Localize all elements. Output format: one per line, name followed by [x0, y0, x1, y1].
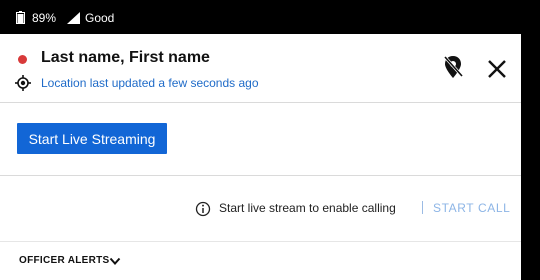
call-hint-text: Start live stream to enable calling — [219, 201, 396, 215]
chevron-down-icon[interactable] — [109, 255, 121, 267]
location-pin-off-icon[interactable] — [441, 54, 465, 80]
signal-icon — [67, 12, 80, 24]
battery-level: 89% — [32, 11, 57, 25]
officer-alerts-label: OFFICER ALERTS — [19, 255, 110, 266]
start-call-button[interactable]: START CALL — [433, 201, 510, 215]
battery-icon — [16, 11, 25, 24]
officer-detail-panel: Last name, First name Location last upda… — [0, 34, 521, 280]
live-stream-section: Start Live Streaming — [0, 103, 521, 176]
call-divider — [422, 201, 423, 214]
gps-target-icon — [15, 75, 31, 91]
side-strip — [521, 34, 540, 280]
status-indicator — [18, 55, 27, 64]
info-icon — [195, 201, 211, 217]
location-updated-text: Location last updated a few seconds ago — [41, 76, 259, 90]
signal-strength: Good — [85, 11, 115, 25]
status-bar: 89% Good — [0, 0, 540, 34]
start-live-streaming-button[interactable]: Start Live Streaming — [17, 123, 167, 154]
officer-header: Last name, First name Location last upda… — [0, 34, 521, 103]
officer-alerts-toggle[interactable]: OFFICER ALERTS — [0, 242, 521, 280]
officer-name: Last name, First name — [41, 49, 210, 66]
close-icon[interactable] — [486, 58, 508, 80]
call-section: Start live stream to enable calling STAR… — [0, 176, 521, 242]
